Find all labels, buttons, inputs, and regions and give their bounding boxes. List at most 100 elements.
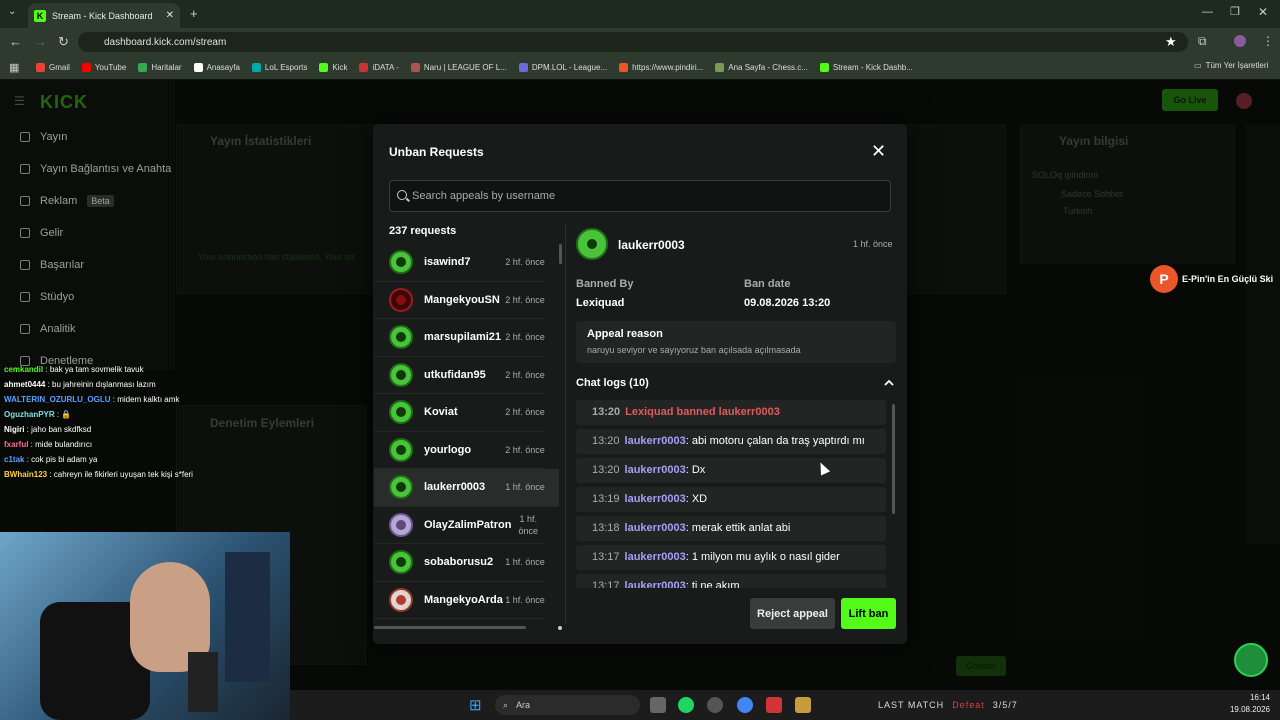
request-time: 1 hf. önce xyxy=(505,482,545,493)
request-time: 2 hf. önce xyxy=(505,294,545,305)
sidebar-item[interactable]: Denetleme xyxy=(20,355,93,367)
log-username: laukerr0003 xyxy=(624,580,686,588)
bookmark-label: LoL Esports xyxy=(264,63,308,72)
maximize-icon[interactable]: ❐ xyxy=(1230,5,1240,18)
logs-scrollbar[interactable] xyxy=(892,404,895,514)
system-clock[interactable]: 16:14 19.08.2026 xyxy=(1220,692,1270,716)
taskbar-search[interactable]: ⌕ Ara xyxy=(495,695,640,715)
browser-tab[interactable]: K Stream - Kick Dashboard ✕ xyxy=(28,3,180,28)
minimize-icon[interactable]: — xyxy=(1202,6,1213,18)
stream-chat-line: WALTERIN_OZURLU_OGLU : midem kalktı amk xyxy=(4,392,200,407)
sidebar-item[interactable]: Yayın Bağlantısı ve Anahta xyxy=(20,163,171,175)
file-explorer-icon[interactable] xyxy=(650,697,666,713)
avatar xyxy=(389,587,413,612)
log-message: 1 milyon mu aylık o nasıl gider xyxy=(691,551,840,563)
bookmark-item[interactable]: iDATA - xyxy=(359,63,399,72)
request-item[interactable]: isawind7 2 hf. önce xyxy=(374,244,545,282)
profile-avatar[interactable] xyxy=(1234,35,1246,47)
browser-menu-icon[interactable]: ⋮ xyxy=(1262,34,1274,48)
url-field[interactable]: dashboard.kick.com/stream xyxy=(78,32,1188,52)
request-time: 2 hf. önce xyxy=(505,444,545,455)
request-username: yourlogo xyxy=(424,443,472,456)
avatar xyxy=(389,437,413,462)
support-button[interactable] xyxy=(1234,643,1268,677)
bookmark-label: Anasayfa xyxy=(206,63,240,72)
steam-icon[interactable] xyxy=(707,697,723,713)
sidebar-item[interactable]: Yayın xyxy=(20,131,67,143)
sidebar-item[interactable]: Stüdyo xyxy=(20,291,74,303)
bookmark-item[interactable]: Gmail xyxy=(36,63,70,72)
tab-list-icon[interactable]: ⌄ xyxy=(8,6,16,17)
request-username: isawind7 xyxy=(424,256,471,269)
all-bookmarks[interactable]: ▭ Tüm Yer İşaretleri xyxy=(1194,61,1268,70)
bookmark-item[interactable]: LoL Esports xyxy=(251,63,308,72)
request-item[interactable]: Koviat 2 hf. önce xyxy=(374,394,545,432)
tab-close-icon[interactable]: ✕ xyxy=(166,10,174,21)
request-item[interactable]: OlayZalimPatron 1 hf. önce xyxy=(374,507,545,544)
scroll-indicator xyxy=(558,626,562,630)
request-time: 1 hf. önce xyxy=(505,557,545,568)
forward-icon[interactable]: → xyxy=(34,34,47,49)
horizontal-scrollbar[interactable] xyxy=(374,626,526,629)
request-item[interactable]: laukerr0003 1 hf. önce xyxy=(374,469,559,507)
sidebar-item[interactable]: Gelir xyxy=(20,227,63,239)
apps-grid-icon[interactable]: ▦ xyxy=(9,61,19,74)
reject-appeal-button[interactable]: Reject appeal xyxy=(750,598,835,629)
start-icon[interactable]: ⊞ xyxy=(469,696,482,714)
bookmark-item[interactable]: Haritalar xyxy=(138,63,182,72)
bookmark-item[interactable]: Ana Sayfa - Chess.c... xyxy=(715,63,808,72)
clock-time: 16:14 xyxy=(1249,693,1270,702)
request-item[interactable]: MangekyouSN 2 hf. önce xyxy=(374,282,545,319)
league-client-icon[interactable] xyxy=(795,697,811,713)
new-tab-icon[interactable]: + xyxy=(190,6,198,21)
bookmark-item[interactable]: Stream - Kick Dashb... xyxy=(819,63,913,72)
beta-badge: Beta xyxy=(87,195,114,207)
bookmark-item[interactable]: https://www.pindiri... xyxy=(619,63,703,72)
request-item[interactable]: utkufidan95 2 hf. önce xyxy=(374,357,545,394)
sidebar-item-icon xyxy=(20,260,30,270)
request-item[interactable]: marsupilami21 2 hf. önce xyxy=(374,319,545,357)
bookmark-item[interactable]: Kick xyxy=(319,63,347,72)
bookmark-favicon-icon xyxy=(251,63,261,72)
chat-logs-title[interactable]: Chat logs (10) xyxy=(576,377,649,389)
bookmark-item[interactable]: Naru | LEAGUE OF L... xyxy=(410,63,507,72)
request-username: MangekyoArda xyxy=(424,593,503,606)
search-input[interactable] xyxy=(412,190,852,202)
request-item[interactable]: MangekyoArda 1 hf. önce xyxy=(374,582,545,619)
lift-ban-button[interactable]: Lift ban xyxy=(841,598,896,629)
request-item[interactable]: sobaborusu2 1 hf. önce xyxy=(374,544,545,582)
bookmark-item[interactable]: Anasayfa xyxy=(193,63,240,72)
extensions-icon[interactable]: ⧉ xyxy=(1198,34,1207,49)
sidebar-item-icon xyxy=(20,164,30,174)
list-scrollbar[interactable] xyxy=(559,244,562,264)
bookmark-item[interactable]: DPM.LOL - League... xyxy=(518,63,607,72)
chat-log-entry: 13:19 laukerr0003: XD xyxy=(576,487,886,512)
chrome-icon[interactable] xyxy=(737,697,753,713)
appeal-reason-text: naruyu seviyor ve sayıyoruz ban açılsada… xyxy=(587,345,801,355)
bookmark-star-icon[interactable]: ★ xyxy=(1165,34,1177,50)
wall-poster xyxy=(225,552,270,682)
window-close-icon[interactable]: ✕ xyxy=(1258,5,1268,19)
stream-chat-overlay: cemkandil : bak ya tam sovmelik tavuk ahm… xyxy=(0,362,200,522)
chevron-up-icon[interactable] xyxy=(884,378,894,388)
sidebar-item-label: Denetleme xyxy=(40,355,94,367)
sidebar-item[interactable]: Başarılar xyxy=(20,259,84,271)
chat-message: cahreyn ile fikirleri uyuşan tek kişi s*… xyxy=(53,470,193,479)
sidebar-item[interactable]: Reklam Beta xyxy=(20,195,114,207)
search-field[interactable] xyxy=(389,180,891,212)
bookmark-favicon-icon xyxy=(193,63,203,72)
divider xyxy=(565,224,566,624)
app-icon[interactable] xyxy=(766,697,782,713)
back-icon[interactable]: ← xyxy=(9,34,22,49)
bookmark-favicon-icon xyxy=(819,63,829,72)
request-list: isawind7 2 hf. önce MangekyouSN 2 hf. önce m… xyxy=(374,244,559,624)
sidebar-item[interactable]: Analitik xyxy=(20,323,75,335)
spotify-icon[interactable] xyxy=(678,697,694,713)
request-item[interactable]: yourlogo 2 hf. önce xyxy=(374,432,545,469)
bookmark-item[interactable]: YouTube xyxy=(81,63,126,72)
sidebar-item-label: Yayın Bağlantısı ve Anahta xyxy=(40,163,172,175)
close-icon[interactable]: ✕ xyxy=(871,141,886,161)
log-message: ti ne akım xyxy=(691,580,740,588)
reload-icon[interactable]: ↻ xyxy=(58,34,69,50)
avatar xyxy=(389,362,413,387)
